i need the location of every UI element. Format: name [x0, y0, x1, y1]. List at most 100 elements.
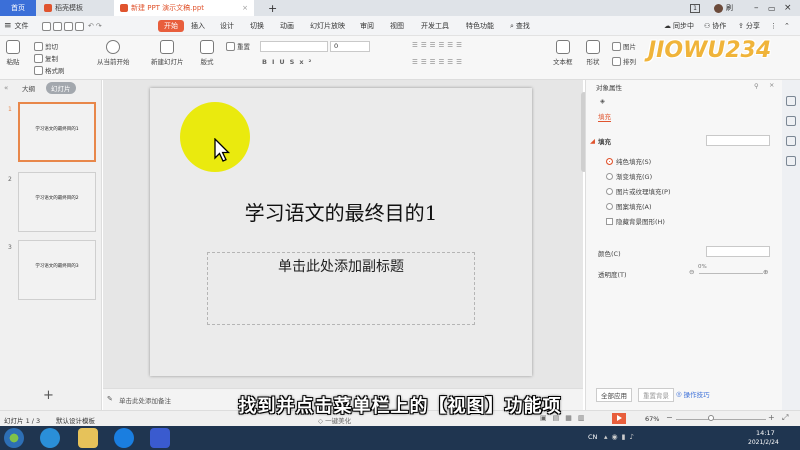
new-tab-button[interactable]: + [262, 0, 277, 16]
collapse-ribbon-icon[interactable]: ⌃ [784, 16, 790, 36]
tab-document[interactable]: 新建 PPT 演示文稿.ppt × [114, 0, 254, 16]
collab-button[interactable]: ⚇ 协作 [704, 16, 726, 36]
menu-developer[interactable]: 开发工具 [421, 16, 449, 36]
sidebar-properties-icon[interactable] [786, 96, 796, 106]
tab-slides[interactable]: 幻灯片 [46, 82, 76, 94]
maximize-button[interactable]: ▭ [762, 0, 776, 16]
menu-file[interactable]: ≡ 文件 [4, 16, 29, 36]
paste-icon [6, 40, 20, 54]
menu-special[interactable]: 特色功能 [466, 16, 494, 36]
sidebar-animation-icon[interactable] [786, 136, 796, 146]
transparency-decrease[interactable]: ⊖ [689, 268, 694, 276]
layout-button[interactable]: 版式 [200, 40, 214, 66]
quick-access-toolbar: ↶ ↷ [42, 16, 102, 36]
tab-home-label: 首页 [11, 4, 25, 12]
picture-icon [612, 41, 621, 51]
right-sidebar [782, 80, 800, 410]
redo-icon[interactable]: ↷ [96, 22, 102, 30]
font-style-buttons[interactable]: BIUSx² [262, 58, 316, 66]
play-from-current-button[interactable]: 从当前开始 [97, 40, 130, 66]
slide-thumbnail[interactable]: 学习语文的最终目的2 [18, 172, 96, 232]
arrange-button[interactable]: 排列 [612, 56, 636, 66]
sidebar-style-icon[interactable] [786, 116, 796, 126]
user-avatar[interactable]: 刷 [708, 0, 733, 16]
new-slide-button[interactable]: 新建幻灯片 [151, 40, 184, 66]
sync-status[interactable]: ☁ 同步中 [664, 16, 694, 36]
slide-thumbnail[interactable]: 学习语文的最终目的1 [18, 102, 96, 162]
slide-title[interactable]: 学习语文的最终目的1 [150, 197, 532, 226]
hamburger-icon: ≡ [4, 21, 12, 31]
sidebar-select-icon[interactable] [786, 156, 796, 166]
font-family-select[interactable] [260, 41, 328, 52]
cut-button[interactable]: 剪切 [34, 41, 58, 51]
transparency-increase[interactable]: ⊕ [763, 268, 768, 276]
text-box-button[interactable]: 文本框 [553, 40, 573, 66]
fill-section[interactable]: ◢ 填充 [590, 136, 611, 146]
paste-button[interactable]: 粘贴 [6, 40, 20, 66]
explorer-icon[interactable] [78, 428, 98, 448]
menu-start[interactable]: 开始 [158, 20, 184, 32]
pin-icon[interactable]: ⚲ [754, 82, 759, 90]
tray-icons[interactable]: ▴◉▮♪ [604, 433, 638, 441]
clock-time[interactable]: 14:17 [756, 429, 775, 437]
shape-button[interactable]: 形状 [586, 40, 600, 66]
reset-button[interactable]: 重置 [226, 41, 250, 51]
format-painter-button[interactable]: 格式刷 [34, 65, 65, 75]
font-size-select[interactable]: 0 [330, 41, 370, 52]
fill-option-gradient[interactable]: 渐变填充(G) [606, 171, 652, 181]
open-icon[interactable] [42, 21, 51, 31]
fill-option-pattern[interactable]: 图案填充(A) [606, 201, 652, 211]
picture-label: 图片 [623, 43, 636, 51]
hide-background-checkbox[interactable]: 隐藏背景图形(H) [606, 216, 665, 226]
window-count-badge[interactable]: 1 [684, 0, 700, 16]
menu-slideshow[interactable]: 幻灯片放映 [310, 16, 345, 36]
brush-icon [34, 65, 43, 75]
print-icon[interactable] [64, 21, 73, 31]
language-indicator[interactable]: CN [588, 433, 597, 441]
menu-view[interactable]: 视图 [390, 16, 404, 36]
fill-option-solid[interactable]: 纯色填充(S) [606, 156, 651, 166]
menu-design[interactable]: 设计 [220, 16, 234, 36]
slide-thumbnail[interactable]: 学习语文的最终目的3 [18, 240, 96, 300]
close-pane-icon[interactable]: × [769, 81, 774, 89]
paragraph-tools[interactable]: ☰☰☰☰☰☰ [412, 41, 465, 49]
copy-icon [34, 53, 43, 63]
picture-button[interactable]: 图片 [612, 41, 636, 51]
clock-date[interactable]: 2021/2/24 [748, 439, 779, 446]
preview-icon[interactable] [75, 21, 84, 31]
tab-outline[interactable]: 大纲 [22, 83, 35, 93]
tab-templates[interactable]: 稻壳模板 [38, 0, 112, 16]
save-icon[interactable] [53, 21, 62, 31]
minimize-button[interactable]: – [748, 0, 759, 16]
menu-animation[interactable]: 动画 [280, 16, 294, 36]
undo-icon[interactable]: ↶ [88, 22, 94, 30]
windows-start-icon[interactable] [4, 428, 24, 448]
share-button[interactable]: ⇪ 分享 [738, 16, 760, 36]
tab-fill[interactable]: 填充 [598, 111, 611, 122]
wps-icon[interactable] [150, 428, 170, 448]
fill-option-picture[interactable]: 图片或纹理填充(P) [606, 186, 671, 196]
menu-bar: ≡ 文件 ↶ ↷ 开始 插入 设计 切换 动画 幻灯片放映 审阅 视图 开发工具 特… [0, 16, 800, 36]
more-icon[interactable]: ⋮ [770, 16, 777, 36]
ie-icon[interactable] [40, 428, 60, 448]
zoom-slider[interactable] [676, 419, 766, 420]
subtitle-placeholder[interactable]: 单击此处添加副标题 [207, 256, 475, 276]
transparency-slider[interactable] [699, 273, 763, 274]
sogou-icon[interactable] [114, 428, 134, 448]
properties-pane: 对象属性 ⚲ × ◈ 填充 ◢ 填充 纯色填充(S) 渐变填充(G) 图片或纹理填… [585, 80, 782, 410]
menu-file-label: 文件 [14, 22, 29, 30]
menu-insert[interactable]: 插入 [191, 16, 205, 36]
close-window-button[interactable]: × [778, 0, 792, 16]
color-select[interactable] [706, 246, 770, 257]
align-tools[interactable]: ☰☰☰☰☰☰ [412, 58, 465, 66]
menu-search[interactable]: ⌕ 查找 [510, 16, 530, 36]
share-label: 分享 [745, 22, 760, 30]
layout-icon [200, 40, 214, 54]
close-tab-icon[interactable]: × [242, 4, 248, 12]
collapse-pane-icon[interactable]: « [4, 84, 8, 92]
menu-review[interactable]: 审阅 [360, 16, 374, 36]
fill-type-select[interactable] [706, 135, 770, 146]
tab-home[interactable]: 首页 [0, 0, 36, 16]
menu-transition[interactable]: 切换 [250, 16, 264, 36]
copy-button[interactable]: 复制 [34, 53, 58, 63]
